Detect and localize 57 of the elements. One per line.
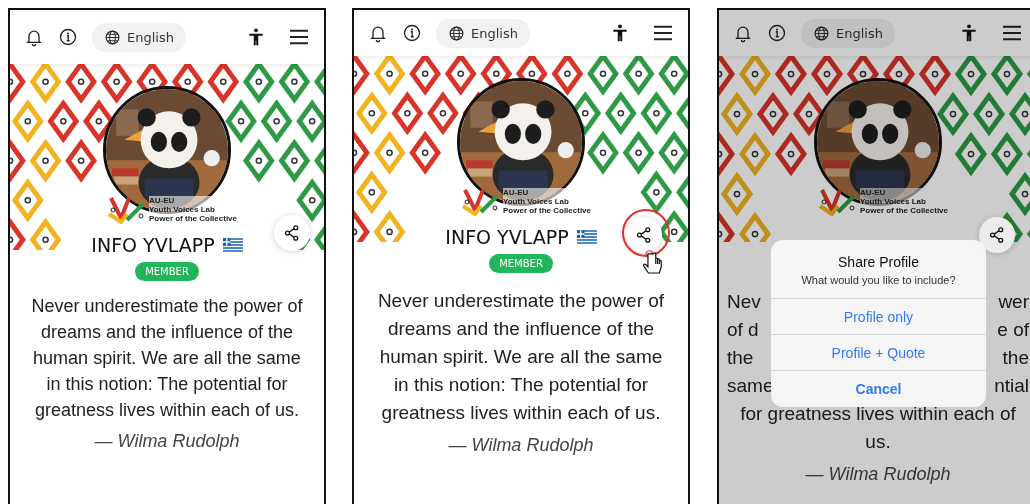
dialog-message: What would you like to include? [801,274,956,286]
logo-text: Power of the Collective [149,213,237,223]
logo-text: Youth Voices Lab [149,204,216,214]
menu-icon[interactable] [1001,24,1023,42]
logo-text: Power of the Collective [860,205,948,215]
quote-author: — Wilma Rudolph [448,435,594,456]
member-badge: MEMBER [489,254,553,273]
accessibility-icon[interactable] [610,23,630,43]
flag-icon [222,238,243,252]
info-icon[interactable] [58,27,78,47]
logo-text: AU-EU [149,195,176,205]
logo-text: AU-EU [860,187,887,197]
globe-icon [813,24,830,42]
quote-text: the [1002,346,1029,370]
quote-text: Never underestimate the power of dreams and the influence of the human spirit. We are all the same in this notion: The potential for greatness lives within each of us. [376,289,666,425]
quote-text: wer [998,290,1029,314]
language-button[interactable]: English [92,22,186,52]
quote-text: us. [865,430,891,454]
quote-text: Nev [727,290,761,314]
share-icon [988,226,1006,244]
quote-text: Never underestimate the power of dreams and the influence of the human spirit. We are all the same in this notion: The potential for greatness lives within each of us. [30,295,304,422]
info-icon[interactable] [767,23,787,43]
share-icon [635,226,653,244]
quote-text: of d [727,318,759,342]
globe-icon [448,24,465,42]
info-icon[interactable] [402,23,422,43]
option-button[interactable]: Profile + Quote [771,335,986,371]
accessibility-icon[interactable] [959,23,979,43]
logo-text: Youth Voices Lab [860,196,927,206]
option-button[interactable]: Profile only [771,299,986,335]
quote-text: the [727,346,754,370]
language-button[interactable]: English [801,18,895,48]
menu-icon[interactable] [652,24,674,42]
profile-name: INFO YVLAPP [445,226,569,248]
accessibility-icon[interactable] [246,27,266,47]
logo-text: AU-EU [503,187,530,197]
share-button[interactable] [626,217,662,253]
globe-icon [104,28,121,46]
profile-name: INFO YVLAPP [91,234,215,256]
quote-text: e of [997,318,1029,342]
dialog-title: Share Profile [838,254,919,270]
quote-author: — Wilma Rudolph [94,431,240,452]
quote-text: same [727,374,774,398]
language-button[interactable]: English [436,18,530,48]
share-button[interactable] [979,217,1015,253]
share-icon [283,224,301,242]
menu-icon[interactable] [288,28,310,46]
logo-icon [461,186,501,216]
logo-icon [818,186,858,216]
logo-text: Power of the Collective [503,205,591,215]
share-button[interactable] [274,215,310,251]
logo-text: Youth Voices Lab [503,196,570,206]
flag-icon [576,230,597,244]
member-badge: MEMBER [135,262,199,281]
quote-text: ntial [994,374,1029,398]
quote-author: — Wilma Rudolph [805,464,951,485]
logo-icon [107,194,147,224]
